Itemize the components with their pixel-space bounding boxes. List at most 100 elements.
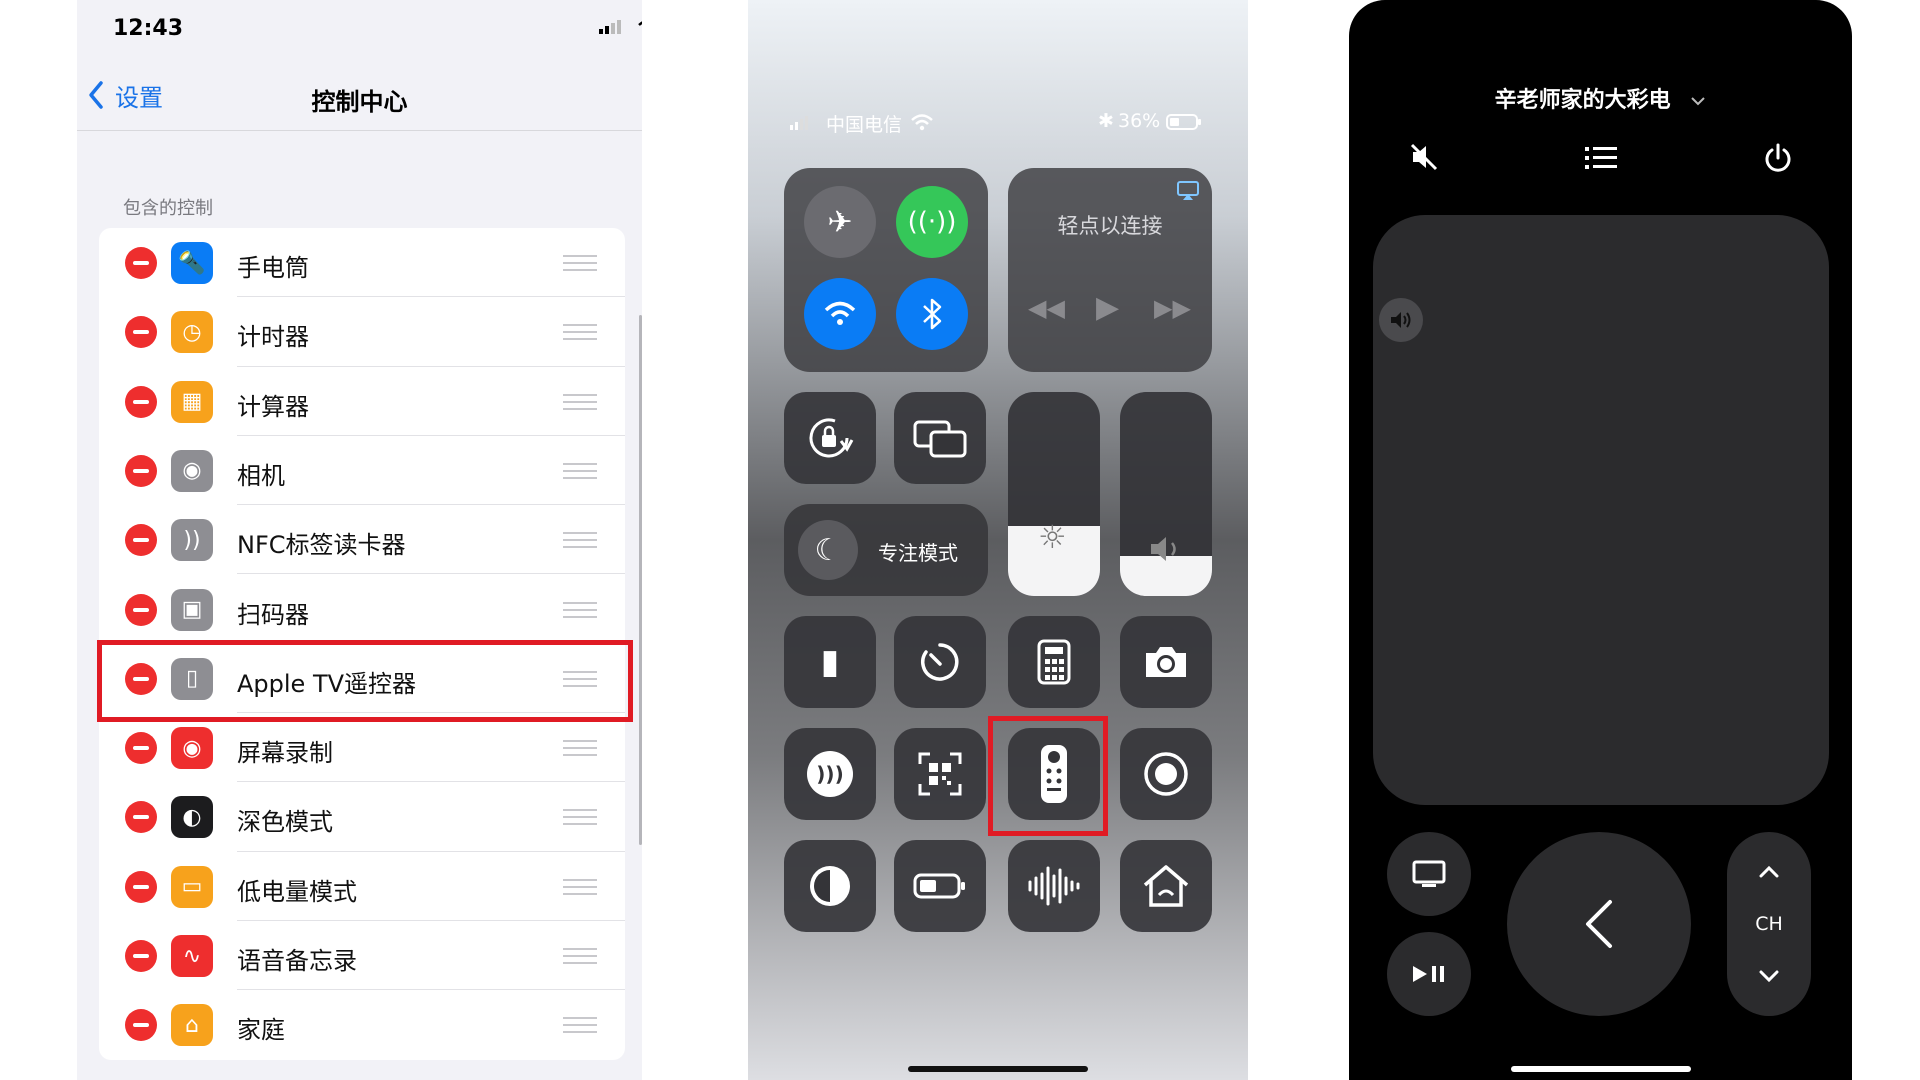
connectivity-tile: ✈ ((·)) xyxy=(784,168,988,372)
record-icon xyxy=(1144,752,1188,796)
list-item[interactable]: ∿ 语音备忘录 xyxy=(99,921,625,991)
list-item[interactable]: ◉ 屏幕录制 xyxy=(99,713,625,783)
list-item[interactable]: ▦ 计算器 xyxy=(99,367,625,436)
timer-icon xyxy=(921,643,959,681)
media-connect-label: 轻点以连接 xyxy=(1057,214,1163,238)
voice-memos-button[interactable] xyxy=(1008,840,1100,932)
drag-handle-icon[interactable] xyxy=(563,324,597,341)
list-item[interactable]: ◷ 计时器 xyxy=(99,297,625,367)
low-power-icon: ▭ xyxy=(171,865,213,908)
battery-icon xyxy=(1166,114,1201,130)
orientation-lock-button[interactable] xyxy=(784,392,876,484)
drag-handle-icon[interactable] xyxy=(563,255,597,271)
bluetooth-status-icon: ✱ xyxy=(1098,110,1114,132)
timer-icon: ◷ xyxy=(171,311,213,354)
wifi-icon xyxy=(638,21,642,26)
low-power-mode-button[interactable] xyxy=(894,840,986,932)
chevron-left-icon xyxy=(1586,900,1612,948)
remove-button[interactable] xyxy=(125,385,157,418)
list-item[interactable]: ◐ 深色模式 xyxy=(99,782,625,852)
remove-button[interactable] xyxy=(125,940,157,972)
menu-list-icon[interactable] xyxy=(1585,146,1617,170)
wifi-icon xyxy=(911,114,933,131)
cellular-data-button[interactable]: ((·)) xyxy=(896,186,968,258)
remove-button[interactable] xyxy=(125,316,157,349)
device-selector[interactable]: 辛老师家的大彩电 xyxy=(1349,82,1852,114)
remove-button[interactable] xyxy=(125,247,157,279)
mute-icon[interactable] xyxy=(1409,142,1439,172)
rewind-icon[interactable]: ◀◀ xyxy=(1028,294,1065,322)
volume-slider[interactable] xyxy=(1120,392,1212,596)
speaker-icon xyxy=(1391,312,1411,328)
device-name: 辛老师家的大彩电 xyxy=(1494,88,1671,113)
wifi-toggle-button[interactable] xyxy=(804,278,876,350)
list-item[interactable]: )) NFC标签读卡器 xyxy=(99,505,625,575)
drag-handle-icon[interactable] xyxy=(563,740,597,757)
list-item[interactable]: 🔦 手电筒 xyxy=(99,228,625,298)
power-icon[interactable] xyxy=(1763,142,1793,174)
remove-button[interactable] xyxy=(125,593,157,626)
drag-handle-icon[interactable] xyxy=(563,1017,597,1034)
airplane-mode-button[interactable]: ✈ xyxy=(804,186,876,258)
airplane-icon: ✈ xyxy=(827,204,853,240)
remove-button[interactable] xyxy=(125,1009,157,1042)
brightness-slider[interactable]: ☼ xyxy=(1008,392,1100,596)
dark-mode-button[interactable] xyxy=(784,840,876,932)
drag-handle-icon[interactable] xyxy=(563,393,597,410)
code-scanner-button[interactable] xyxy=(894,728,986,820)
nfc-icon: )) xyxy=(171,519,213,562)
calculator-icon xyxy=(1037,639,1071,685)
page-title: 控制中心 xyxy=(311,88,408,116)
timer-button[interactable] xyxy=(894,616,986,708)
remove-button[interactable] xyxy=(125,801,157,834)
remove-button[interactable] xyxy=(125,870,157,903)
play-icon[interactable]: ▶ xyxy=(1096,290,1119,325)
play-pause-icon xyxy=(1413,966,1444,982)
drag-handle-icon[interactable] xyxy=(563,462,597,479)
remove-button[interactable] xyxy=(125,524,157,557)
touch-surface[interactable] xyxy=(1373,215,1829,805)
qr-scanner-icon xyxy=(918,752,962,796)
list-item[interactable]: ▣ 扫码器 xyxy=(99,575,625,644)
screen-recording-button[interactable] xyxy=(1120,728,1212,820)
drag-handle-icon[interactable] xyxy=(563,601,597,618)
camera-icon xyxy=(1146,647,1186,677)
screen-mirroring-button[interactable] xyxy=(894,392,986,484)
chevron-down-icon xyxy=(1691,97,1706,106)
list-item[interactable]: ⌂ 家庭 xyxy=(99,990,625,1059)
item-label: 低电量模式 xyxy=(237,877,357,906)
nfc-reader-button[interactable]: ))) xyxy=(784,728,876,820)
home-button[interactable] xyxy=(1120,840,1212,932)
media-tile[interactable]: 轻点以连接 ◀◀ ▶ ▶▶ xyxy=(1008,168,1212,372)
list-item[interactable]: ◉ 相机 xyxy=(99,436,625,506)
home-indicator xyxy=(1511,1066,1691,1072)
remove-button[interactable] xyxy=(125,454,157,487)
calculator-icon: ▦ xyxy=(171,380,213,423)
play-pause-button[interactable] xyxy=(1387,932,1471,1016)
focus-mode-button[interactable]: ☾ 专注模式 xyxy=(784,504,988,596)
fast-forward-icon[interactable]: ▶▶ xyxy=(1154,294,1191,322)
camera-button[interactable] xyxy=(1120,616,1212,708)
list-item[interactable]: ▭ 低电量模式 xyxy=(99,852,625,921)
back-button[interactable] xyxy=(1507,832,1691,1016)
battery-icon xyxy=(913,873,965,899)
flashlight-button[interactable]: ▮ xyxy=(784,616,876,708)
drag-handle-icon[interactable] xyxy=(563,532,597,549)
item-label: 计时器 xyxy=(237,323,309,352)
chevron-up-icon[interactable] xyxy=(1758,864,1780,878)
rotation-lock-icon xyxy=(809,418,854,458)
drag-handle-icon[interactable] xyxy=(563,878,597,895)
scrollbar[interactable] xyxy=(639,315,642,845)
drag-handle-icon[interactable] xyxy=(563,948,597,964)
chevron-down-icon[interactable] xyxy=(1758,970,1780,984)
tv-button[interactable] xyxy=(1387,832,1471,916)
calculator-button[interactable] xyxy=(1008,616,1100,708)
remove-button[interactable] xyxy=(125,732,157,765)
bluetooth-toggle-button[interactable] xyxy=(896,278,968,350)
drag-handle-icon[interactable] xyxy=(563,809,597,826)
screen-mirror-icon xyxy=(913,420,967,458)
camera-icon: ◉ xyxy=(171,449,213,492)
item-label: 相机 xyxy=(237,461,285,490)
item-label: 屏幕录制 xyxy=(237,739,333,768)
item-label: 扫码器 xyxy=(237,600,309,629)
